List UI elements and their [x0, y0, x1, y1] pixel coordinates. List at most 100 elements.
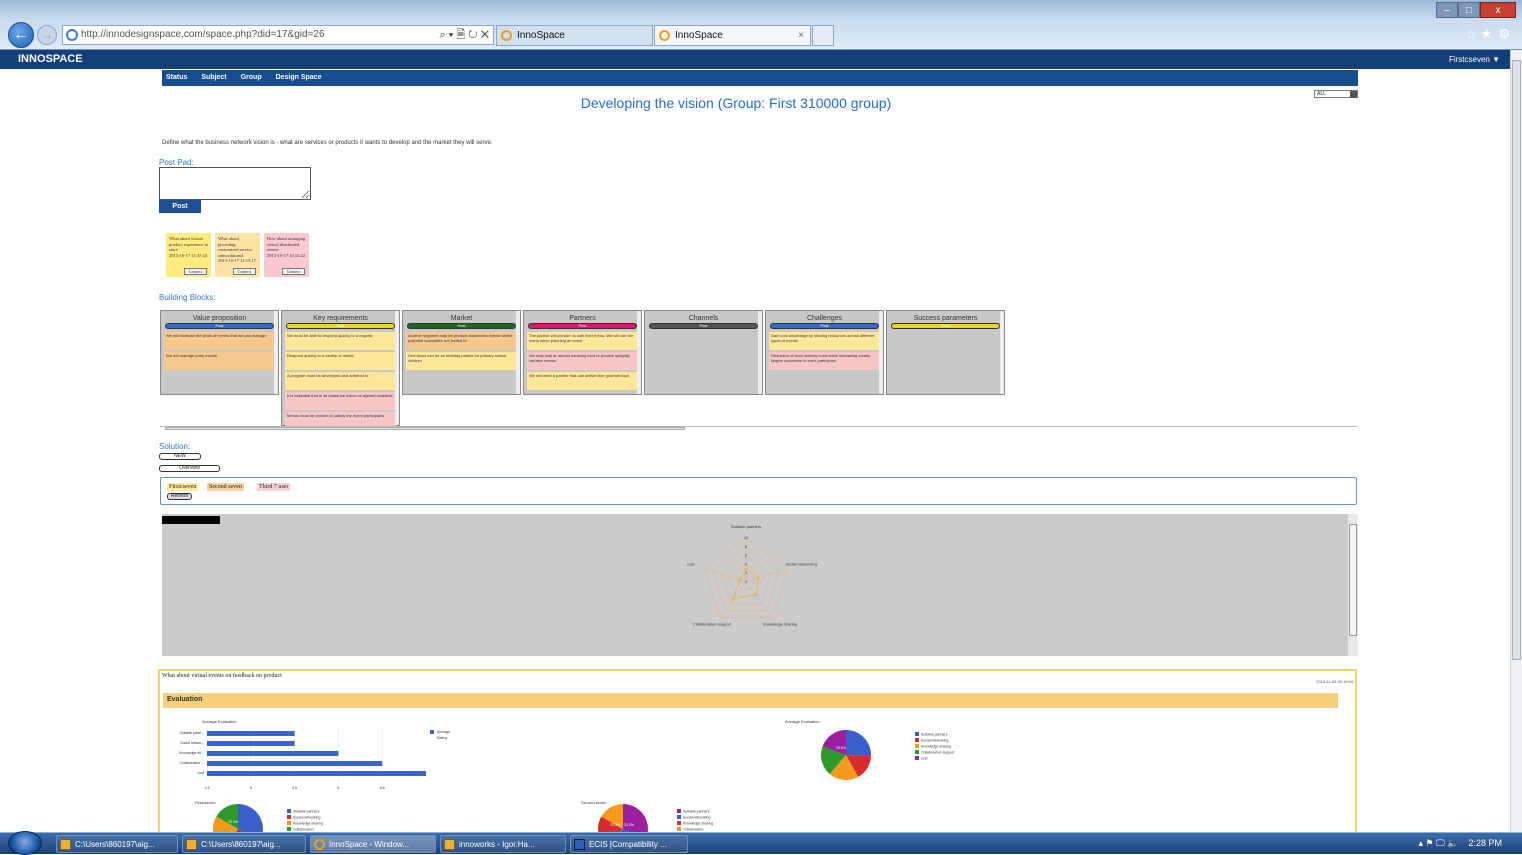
block-scrollbar[interactable] [274, 311, 278, 394]
block-card[interactable]: A program must be developed and adhered … [285, 372, 396, 390]
filter-check-1[interactable]: Firstcseven [167, 483, 199, 491]
clock[interactable]: 2:28 PM [1468, 838, 1502, 848]
menu-design-space[interactable]: Design Space [276, 70, 322, 86]
menu-status[interactable]: Status [166, 70, 187, 86]
pie-legend-swatch [915, 732, 919, 736]
block-card[interactable]: One focus can be on birthday parties for… [406, 352, 517, 370]
taskbar-item[interactable]: innoworks - Igor.Ha... [440, 835, 566, 853]
block-scrollbar[interactable] [879, 311, 883, 394]
maximize-button[interactable]: □ [1458, 2, 1480, 18]
block-scrollbar[interactable] [395, 311, 399, 425]
new-tab-button[interactable] [812, 25, 834, 46]
post-button[interactable]: Post [159, 200, 201, 213]
block-card[interactable]: Reduction of food delivery costs while i… [769, 352, 880, 370]
user-menu[interactable]: Firstcseven ▼ [1449, 55, 1500, 64]
browser-tools-icons[interactable]: ⌂★⚙ [1467, 26, 1516, 42]
radar-point [731, 598, 735, 602]
sticky-note[interactable]: What about virtual product experience in… [166, 233, 211, 277]
building-block: Market Post Another segment may be product… [402, 310, 521, 395]
browser-tab-1[interactable]: InnoSpace [496, 25, 653, 46]
block-post-bar[interactable]: Post [407, 323, 516, 329]
bar [207, 731, 295, 736]
block-scrollbar[interactable] [637, 311, 641, 394]
block-card[interactable]: Another segment may be product awareness… [406, 332, 517, 350]
radar-point [738, 578, 742, 582]
back-button[interactable]: ← [8, 22, 34, 48]
block-post-bar[interactable]: Post [286, 323, 395, 329]
scrollbar-thumb[interactable] [1349, 524, 1357, 636]
block-post-bar[interactable]: Post [891, 323, 1000, 329]
address-tools[interactable]: ⌕ ▾ 🗎 ↻ ✕ [439, 26, 489, 44]
pie-legend-label: Knowledge sharing [921, 745, 951, 749]
taskbar-item[interactable]: ECIS [Compatibility ... [570, 835, 688, 853]
bar-chart-title: Average Evaluation [202, 719, 237, 724]
legend-swatch [430, 730, 434, 734]
block-card[interactable]: We may look at around sourcing food to p… [527, 352, 638, 370]
pie-legend-swatch [677, 827, 681, 831]
radar-axis-label: cost [687, 561, 695, 566]
block-card[interactable]: We will increase the kinds of events tha… [164, 332, 275, 350]
minimize-button[interactable]: – [1436, 2, 1458, 18]
connect-button[interactable]: Connect [281, 267, 305, 275]
pie-legend-swatch [287, 827, 291, 831]
connect-button[interactable]: Connect [183, 267, 207, 275]
block-post-bar[interactable]: Post [649, 323, 758, 329]
taskbar-item[interactable]: C:\Users\860197\aig... [182, 835, 306, 853]
browser-tab-2[interactable]: InnoSpace × [654, 25, 811, 46]
block-scrollbar[interactable] [758, 311, 762, 394]
block-card[interactable]: It is essential that in all cases we fol… [285, 392, 396, 410]
building-block: Partners Post The partner will provide us … [523, 310, 642, 395]
radar-tick-label: 6 [745, 554, 747, 558]
pie-legend-label: Knowledge sharing [683, 822, 713, 826]
pie-legend-label: Collaboration [293, 828, 314, 832]
tab-label: InnoSpace [675, 30, 723, 41]
block-scrollbar[interactable] [1000, 311, 1004, 394]
building-block: Challenges Post Gain cost advantage by sha… [765, 310, 884, 395]
radar-axis [745, 581, 773, 618]
taskbar-label: ECIS [Compatibility ... [589, 840, 667, 849]
sticky-note[interactable]: How about arranging virtual distributed … [264, 233, 309, 277]
blocks-scrollbar[interactable] [160, 426, 1357, 430]
filter-check-3[interactable]: Third 7 user [257, 483, 291, 491]
page-scrollbar[interactable] [1510, 50, 1522, 832]
tray-icons[interactable]: ▴ ⚑ 🖵 🔈 [1418, 838, 1458, 848]
close-window-button[interactable]: x [1480, 2, 1516, 18]
bar [207, 751, 339, 756]
app-brand[interactable]: INNOSPACE [18, 53, 83, 65]
pie-title: Average Evaluation [785, 719, 820, 724]
taskbar-item[interactable]: C:\Users\860197\aig... [56, 835, 178, 853]
block-card[interactable]: We will manage party events [164, 352, 275, 370]
scrollbar-thumb[interactable] [165, 427, 685, 430]
forward-button[interactable]: → [37, 25, 57, 45]
block-card[interactable]: Gain cost advantage by sharing resources… [769, 332, 880, 350]
block-post-bar[interactable]: Post [165, 323, 274, 329]
note-date: 2013-10-17 11:37:44 [169, 252, 207, 258]
block-post-bar[interactable]: Post [770, 323, 879, 329]
note-date: 2013-10-17 11:19:17 [218, 258, 256, 263]
taskbar-item[interactable]: InnoSpace - Window... [310, 835, 436, 853]
filter-select[interactable]: ALL [1314, 90, 1358, 98]
connect-button[interactable]: Connect [232, 267, 256, 275]
sticky-note[interactable]: What about providing customized service … [215, 233, 260, 277]
postpad-input[interactable] [159, 167, 311, 200]
scrollbar-thumb[interactable] [1512, 60, 1521, 660]
block-post-bar[interactable]: Post [528, 323, 637, 329]
start-button[interactable] [8, 831, 42, 855]
address-bar[interactable]: http://innodesignspace.com/space.php?did… [62, 25, 494, 45]
refresh-button[interactable]: Refresh [167, 493, 192, 500]
block-card[interactable]: Respond quickly to a variety of needs [285, 352, 396, 370]
ie-icon [501, 30, 512, 41]
block-scrollbar[interactable] [516, 311, 520, 394]
block-card[interactable]: We will need a partner that can deliver … [527, 372, 638, 390]
block-card[interactable]: We must be able to respond quickly to a … [285, 332, 396, 350]
overview-button[interactable]: Overview [159, 465, 220, 472]
filter-check-2[interactable]: Second seven [207, 483, 244, 491]
pie-legend-swatch [287, 809, 291, 813]
new-button[interactable]: NEW [159, 453, 201, 460]
building-block: Value proposition Post We will increase th… [160, 310, 279, 395]
close-tab-icon[interactable]: × [798, 26, 804, 46]
menu-subject[interactable]: Subject [201, 70, 226, 86]
block-card[interactable]: The partner will provide us with their m… [527, 332, 638, 350]
menu-group[interactable]: Group [241, 70, 262, 86]
radar-scrollbar[interactable] [1348, 514, 1358, 656]
